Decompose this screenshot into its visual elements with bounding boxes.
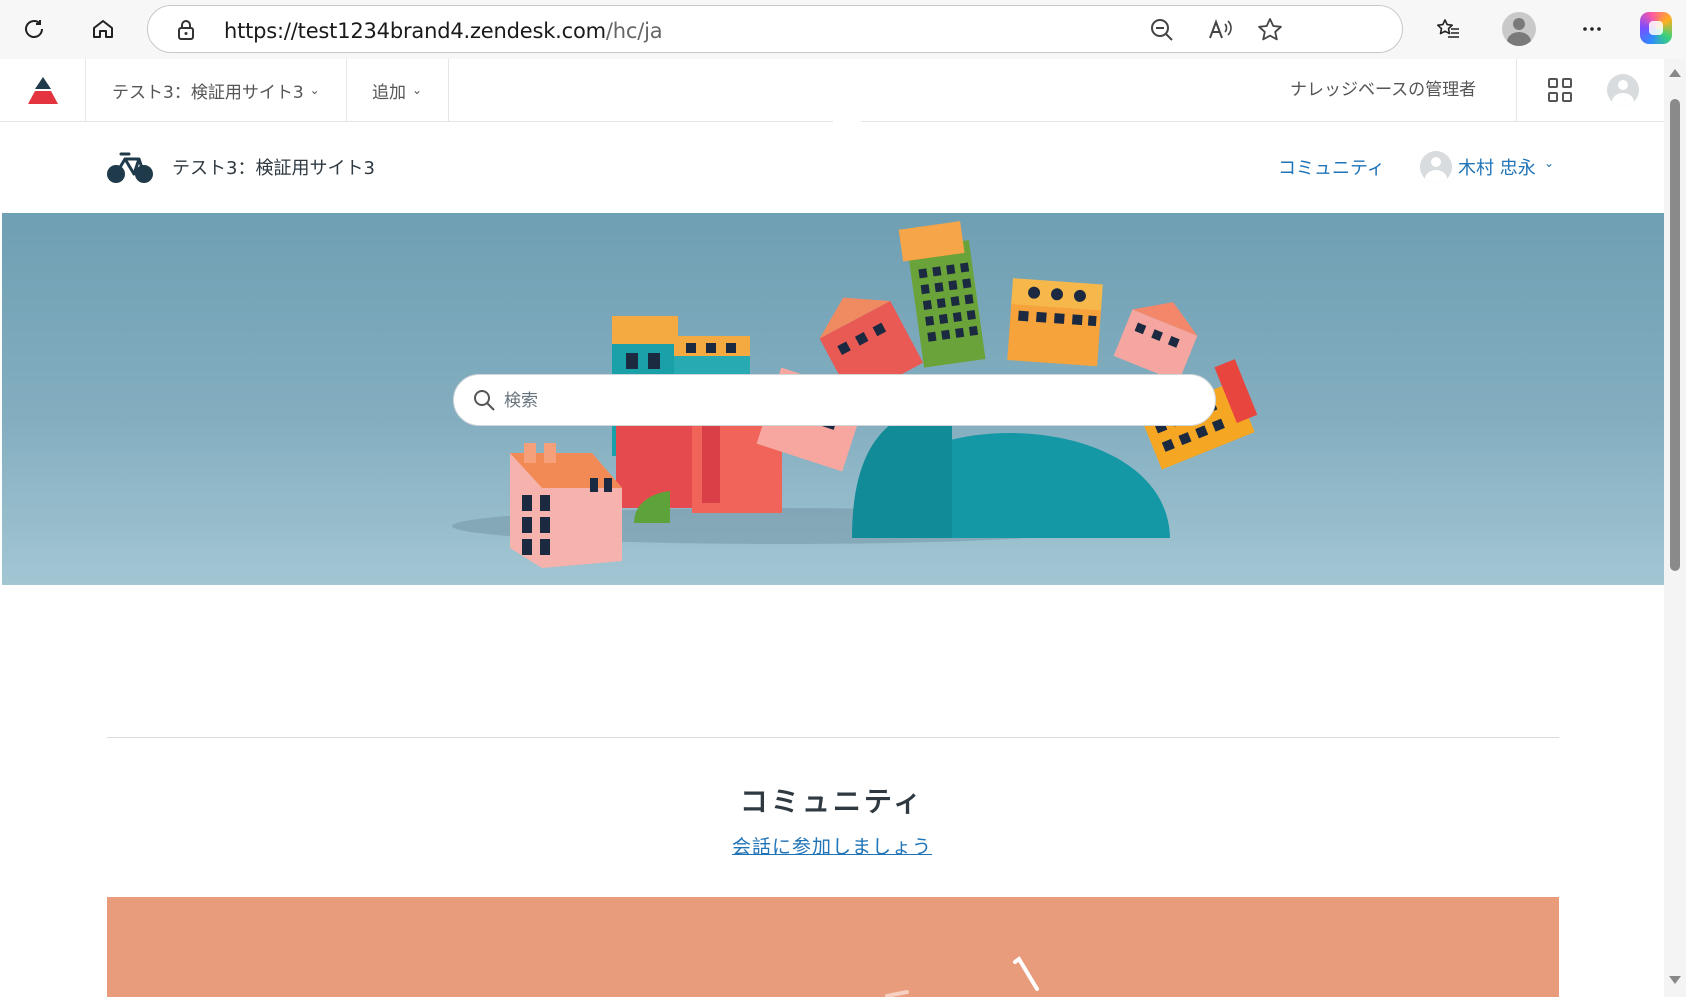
zendesk-guide-logo[interactable]: [0, 59, 86, 121]
help-center-header: テスト3：検証用サイト3 コミュニティ 木村 忠永 ⌄: [0, 122, 1664, 213]
hero-banner: [2, 213, 1664, 585]
browser-toolbar: https://test1234brand4.zendesk.com/hc/ja: [0, 0, 1686, 59]
banner-illustration: [885, 956, 1039, 997]
user-avatar[interactable]: [1420, 151, 1452, 183]
search-bar[interactable]: [453, 374, 1216, 426]
product-tray-icon[interactable]: [1548, 78, 1572, 102]
scroll-up-icon[interactable]: [1669, 69, 1681, 77]
admin-avatar[interactable]: [1607, 74, 1639, 106]
lock-icon[interactable]: [174, 18, 198, 42]
url-text[interactable]: https://test1234brand4.zendesk.com/hc/ja: [224, 19, 663, 43]
search-icon: [474, 390, 495, 411]
brand-menu[interactable]: テスト3：検証用サイト3 ⌄: [86, 59, 347, 121]
role-label[interactable]: ナレッジベースの管理者: [1290, 59, 1476, 121]
user-menu[interactable]: 木村 忠永: [1458, 154, 1536, 180]
zoom-out-icon[interactable]: [1148, 16, 1176, 44]
more-icon[interactable]: [1572, 9, 1612, 49]
brand-menu-label: テスト3：検証用サイト3: [112, 82, 304, 103]
bicycle-logo-icon[interactable]: [106, 150, 154, 184]
brand-name[interactable]: テスト3：検証用サイト3: [172, 154, 375, 180]
community-title: コミュニティ: [739, 785, 925, 818]
community-banner-image: [107, 897, 1559, 997]
address-bar[interactable]: https://test1234brand4.zendesk.com/hc/ja: [147, 5, 1403, 53]
refresh-icon[interactable]: [14, 9, 54, 49]
copilot-icon[interactable]: [1640, 12, 1672, 44]
join-conversation-link[interactable]: 会話に参加しましょう: [0, 832, 1664, 859]
profile-icon[interactable]: [1502, 12, 1536, 46]
chevron-down-icon: ⌄: [309, 83, 320, 97]
read-aloud-icon[interactable]: [1206, 16, 1234, 44]
favorites-list-icon[interactable]: [1428, 9, 1468, 49]
scroll-down-icon[interactable]: [1669, 976, 1681, 984]
guide-logo-icon: [28, 77, 58, 104]
add-menu-label: 追加: [372, 82, 406, 103]
chevron-down-icon[interactable]: ⌄: [1544, 156, 1554, 170]
search-input[interactable]: [504, 385, 1184, 417]
page-scrollbar[interactable]: [1664, 59, 1686, 997]
favorite-icon[interactable]: [1256, 16, 1284, 44]
home-icon[interactable]: [83, 9, 123, 49]
scroll-thumb[interactable]: [1670, 99, 1680, 571]
nav-community-link[interactable]: コミュニティ: [1278, 154, 1385, 180]
chevron-down-icon: ⌄: [412, 83, 423, 97]
divider: [1516, 59, 1517, 121]
add-menu[interactable]: 追加 ⌄: [346, 59, 450, 121]
section-divider: [107, 737, 1559, 738]
admin-bar: テスト3：検証用サイト3 ⌄ 追加 ⌄ ナレッジベースの管理者: [0, 59, 1664, 122]
